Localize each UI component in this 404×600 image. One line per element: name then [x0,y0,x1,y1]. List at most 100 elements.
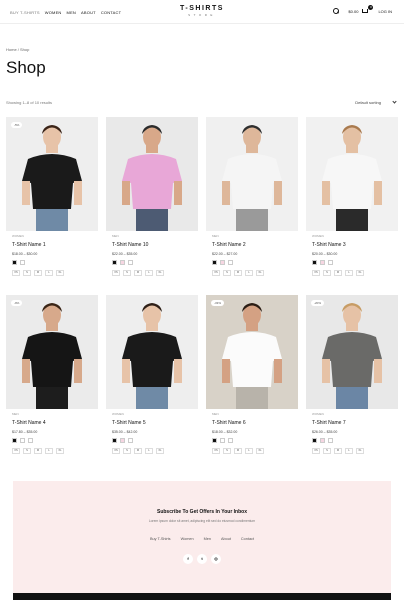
cart-button[interactable]: $0.00 0 [348,5,374,14]
size-option[interactable]: XL [156,448,164,454]
search-icon[interactable] [333,8,340,14]
size-option[interactable]: S [23,270,31,276]
size-option[interactable]: M [234,270,242,276]
color-swatch[interactable] [220,260,225,265]
size-option[interactable]: S [123,270,131,276]
product-card[interactable]: -9% Men T-Shirt Name 4 $17.80 – $35.00 XS S M L… [6,295,98,473]
product-name[interactable]: T-Shirt Name 5 [112,420,198,426]
size-option[interactable]: S [223,448,231,454]
size-option[interactable]: XS [212,448,220,454]
product-image[interactable] [106,117,198,231]
size-option[interactable]: L [45,270,53,276]
product-image[interactable] [106,295,198,409]
size-option[interactable]: XS [112,448,120,454]
product-card[interactable]: -20% Women T-Shirt Name 7 $26.00 – $35.00 XS… [306,295,398,473]
product-card[interactable]: Women T-Shirt Name 3 $20.00 – $30.00 XS S M L X… [306,117,398,295]
product-image[interactable] [306,117,398,231]
color-swatch[interactable] [320,260,325,265]
size-option[interactable]: XL [356,270,364,276]
product-image[interactable]: -20% [306,295,398,409]
size-option[interactable]: S [123,448,131,454]
size-option[interactable]: M [334,448,342,454]
facebook-icon[interactable]: f [183,554,193,564]
instagram-icon[interactable]: ◎ [211,554,221,564]
footer-link-women[interactable]: Women [181,537,194,541]
color-swatch[interactable] [328,260,333,265]
login-link[interactable]: LOG IN [378,9,392,14]
breadcrumb[interactable]: Home / Shop [6,47,29,52]
size-option[interactable]: M [334,270,342,276]
twitter-icon[interactable]: t [197,554,207,564]
size-option[interactable]: S [23,448,31,454]
color-swatch[interactable] [128,260,133,265]
size-option[interactable]: L [45,448,53,454]
color-swatch[interactable] [320,438,325,443]
color-swatch[interactable] [28,438,33,443]
product-card[interactable]: Men T-Shirt Name 2 $22.00 – $27.00 XS S M L XL [206,117,298,295]
color-swatch[interactable] [228,438,233,443]
size-option[interactable]: M [134,448,142,454]
size-option[interactable]: XL [256,448,264,454]
size-option[interactable]: S [223,270,231,276]
size-option[interactable]: L [145,448,153,454]
size-option[interactable]: XS [312,270,320,276]
size-option[interactable]: XS [312,448,320,454]
product-card[interactable]: -5% Women T-Shirt Name 1 $18.00 – $30.00 XS S… [6,117,98,295]
product-image[interactable]: -33% [206,295,298,409]
color-swatch[interactable] [328,438,333,443]
size-option[interactable]: M [234,448,242,454]
size-option[interactable]: XL [56,448,64,454]
size-option[interactable]: L [145,270,153,276]
color-swatch[interactable] [228,260,233,265]
size-option[interactable]: XL [356,448,364,454]
color-swatch[interactable] [112,438,117,443]
color-swatch[interactable] [220,438,225,443]
size-option[interactable]: XL [56,270,64,276]
size-option[interactable]: M [134,270,142,276]
product-name[interactable]: T-Shirt Name 4 [12,420,98,426]
product-name[interactable]: T-Shirt Name 10 [112,242,198,248]
product-image[interactable]: -9% [6,295,98,409]
sort-select[interactable]: Default sorting [355,99,397,105]
footer-link-contact[interactable]: Contact [241,537,254,541]
color-swatch[interactable] [20,260,25,265]
color-swatch[interactable] [312,260,317,265]
product-card[interactable]: -33% Men T-Shirt Name 6 $18.00 – $32.00 XS S M… [206,295,298,473]
product-image[interactable] [206,117,298,231]
size-option[interactable]: XS [212,270,220,276]
color-swatch[interactable] [120,438,125,443]
size-option[interactable]: M [34,270,42,276]
product-card[interactable]: Men T-Shirt Name 10 $22.00 – $35.00 XS S M L XL [106,117,198,295]
color-swatch[interactable] [212,260,217,265]
size-option[interactable]: XL [256,270,264,276]
size-option[interactable]: M [34,448,42,454]
product-name[interactable]: T-Shirt Name 7 [312,420,398,426]
size-option[interactable]: XS [112,270,120,276]
color-swatch[interactable] [212,438,217,443]
size-option[interactable]: L [345,270,353,276]
footer-link-men[interactable]: Men [204,537,211,541]
product-image[interactable]: -5% [6,117,98,231]
color-swatch[interactable] [12,438,17,443]
color-swatch[interactable] [312,438,317,443]
color-swatch[interactable] [12,260,17,265]
color-swatch[interactable] [128,438,133,443]
size-option[interactable]: L [245,270,253,276]
size-option[interactable]: XL [156,270,164,276]
footer-link-buy-tshirts[interactable]: Buy T-Shirts [150,537,171,541]
footer-link-about[interactable]: About [221,537,231,541]
color-swatch[interactable] [20,438,25,443]
product-name[interactable]: T-Shirt Name 1 [12,242,98,248]
product-name[interactable]: T-Shirt Name 6 [212,420,298,426]
color-swatch[interactable] [112,260,117,265]
product-name[interactable]: T-Shirt Name 2 [212,242,298,248]
size-option[interactable]: XS [12,448,20,454]
size-option[interactable]: S [323,270,331,276]
product-card[interactable]: Women T-Shirt Name 5 $35.00 – $42.00 XS S M L X… [106,295,198,473]
color-swatch[interactable] [120,260,125,265]
product-name[interactable]: T-Shirt Name 3 [312,242,398,248]
size-option[interactable]: S [323,448,331,454]
size-option[interactable]: XS [12,270,20,276]
size-option[interactable]: L [345,448,353,454]
size-option[interactable]: L [245,448,253,454]
